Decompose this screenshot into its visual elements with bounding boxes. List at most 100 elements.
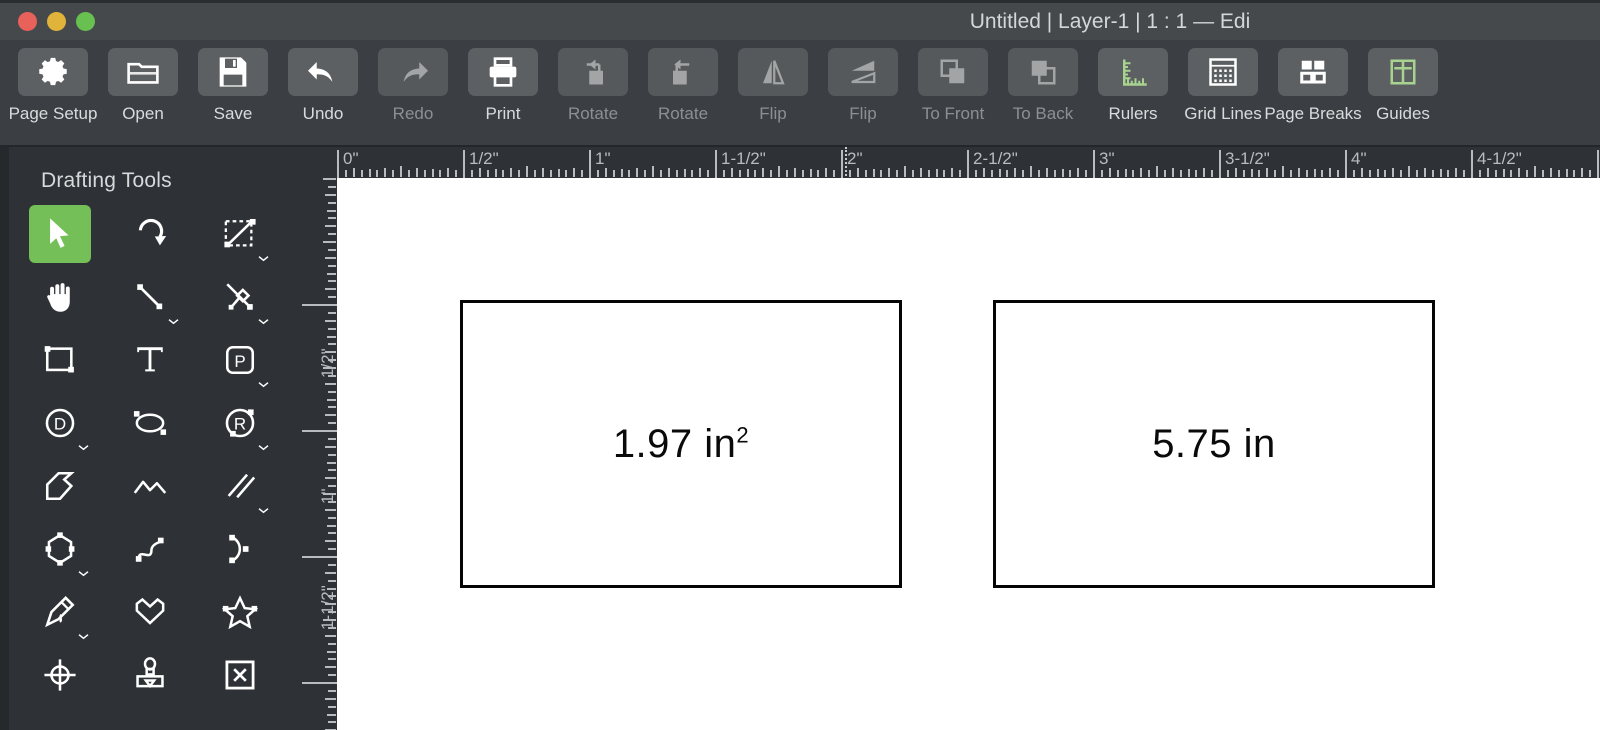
tool-hexagon[interactable]	[29, 520, 91, 578]
ruler-minor-tick	[328, 516, 336, 519]
toolbar-button-guides[interactable]: Guides	[1358, 40, 1448, 140]
tool-ellipse[interactable]	[119, 394, 181, 452]
ruler-minor-tick	[400, 166, 402, 177]
ruler-minor-tick	[1187, 169, 1190, 177]
canvas-rectangle-2[interactable]: 5.75 in	[993, 300, 1435, 588]
tool-freehand[interactable]	[29, 583, 91, 641]
rotate-left-icon-chip	[558, 48, 628, 96]
toolbar-button-print[interactable]: Print	[458, 40, 548, 140]
chevron-down-icon[interactable]	[257, 506, 270, 515]
toolbar-button-label: Flip	[759, 104, 787, 123]
ruler-label: 2-1/2"	[973, 149, 1018, 168]
ruler-minor-tick	[636, 168, 639, 177]
tool-center-mark[interactable]	[29, 646, 91, 704]
ruler-minor-tick	[376, 170, 379, 177]
chevron-down-icon[interactable]	[167, 317, 180, 326]
grid-icon	[1209, 58, 1237, 86]
rotate-circular-arrow-icon	[138, 218, 167, 246]
tool-arc[interactable]	[209, 520, 271, 578]
ruler-minor-tick	[328, 626, 336, 629]
tool-parallel-lines[interactable]	[209, 457, 271, 515]
ruler-minor-tick	[911, 170, 914, 177]
toolbar-button-page-breaks[interactable]: Page Breaks	[1264, 40, 1362, 140]
tool-polyline[interactable]	[119, 457, 181, 515]
tool-scale[interactable]	[209, 205, 271, 263]
ruler-minor-tick	[1337, 170, 1340, 177]
ruler-minor-tick	[325, 540, 336, 543]
tool-angle[interactable]	[209, 268, 271, 326]
toolbar-button-rotate-right: Rotate	[638, 40, 728, 140]
ruler-minor-tick	[722, 170, 725, 177]
tool-heart[interactable]	[119, 583, 181, 641]
ruler-minor-tick	[478, 168, 481, 177]
tool-point[interactable]: P	[209, 331, 271, 389]
ruler-minor-tick	[770, 170, 773, 177]
ruler-minor-tick	[328, 611, 336, 614]
ruler-minor-tick	[1439, 169, 1442, 177]
tool-select-arrow[interactable]	[29, 205, 91, 263]
ruler-minor-tick	[1030, 166, 1032, 177]
ruler-minor-tick	[368, 169, 371, 177]
chevron-down-icon[interactable]	[257, 380, 270, 389]
tool-chevron-shape[interactable]	[29, 457, 91, 515]
ruler-major-tick	[302, 556, 337, 558]
tool-line[interactable]	[119, 268, 181, 326]
toolbar-button-grid-lines[interactable]: Grid Lines	[1178, 40, 1268, 140]
toolbar-button-save[interactable]: Save	[188, 40, 278, 140]
ruler-minor-tick	[325, 666, 336, 669]
ruler-minor-tick	[667, 168, 670, 177]
ruler-minor-tick	[959, 170, 962, 177]
ruler-minor-tick	[328, 233, 336, 236]
guides-icon-chip	[1368, 48, 1438, 96]
chevron-down-icon[interactable]	[257, 317, 270, 326]
ruler-minor-tick	[1203, 168, 1206, 177]
toolbar-button-rulers[interactable]: Rulers	[1088, 40, 1178, 140]
chevron-down-icon[interactable]	[77, 443, 90, 452]
ruler-minor-tick	[1297, 168, 1300, 177]
tool-stamp[interactable]	[119, 646, 181, 704]
vertical-ruler[interactable]: 1/2"1"1-1/2"2"	[296, 178, 337, 730]
canvas-rectangle-1[interactable]: 1.97 in2	[460, 300, 902, 588]
tool-diameter[interactable]: D	[29, 394, 91, 452]
window-title: Untitled | Layer-1 | 1 : 1 — Edi	[969, 10, 1251, 33]
ruler-minor-tick	[778, 166, 780, 177]
toolbar-button-undo[interactable]: Undo	[278, 40, 368, 140]
ruler-minor-tick	[327, 524, 336, 527]
horizontal-ruler[interactable]: 0"1/2"1"1-1/2"2"2-1/2"3"3-1/2"4"4-1/2"5	[296, 145, 1600, 178]
toolbar-button-page-setup[interactable]: Page Setup	[8, 40, 98, 140]
toolbar-button-rotate-left: Rotate	[548, 40, 638, 140]
chevron-down-icon[interactable]	[77, 569, 90, 578]
dimension-superscript: 2	[736, 422, 750, 448]
tool-radius[interactable]: R	[209, 394, 271, 452]
ruler-minor-tick	[1494, 170, 1497, 177]
tool-rectangle[interactable]	[29, 331, 91, 389]
toolbar-button-to-front: To Front	[908, 40, 998, 140]
ruler-label: 1-1/2"	[318, 585, 337, 630]
ruler-minor-tick	[328, 280, 336, 283]
tool-text[interactable]	[119, 331, 181, 389]
tool-spline[interactable]	[119, 520, 181, 578]
ruler-major-tick	[1219, 150, 1221, 178]
drawing-canvas[interactable]: 1.97 in2 5.75 in	[337, 178, 1600, 730]
ruler-major-tick	[841, 150, 843, 178]
toolbar-button-open[interactable]: Open	[98, 40, 188, 140]
ruler-minor-tick	[1163, 170, 1166, 177]
ruler-minor-tick	[510, 168, 513, 177]
tool-star[interactable]	[209, 583, 271, 641]
tool-delete[interactable]	[209, 646, 271, 704]
dimension-label-area: 1.97 in2	[613, 422, 749, 467]
chevron-down-icon[interactable]	[257, 254, 270, 263]
heart-icon	[135, 597, 165, 625]
ruler-guide-marker[interactable]	[845, 147, 847, 178]
ruler-minor-tick	[1565, 169, 1568, 177]
chevron-down-icon[interactable]	[257, 443, 270, 452]
tool-pan[interactable]	[29, 268, 91, 326]
chevron-down-icon[interactable]	[77, 632, 90, 641]
ruler-minor-tick	[1124, 169, 1127, 177]
toolbar-button-label: Page Setup	[8, 104, 98, 123]
ruler-minor-tick	[683, 169, 686, 177]
ruler-minor-tick	[1360, 168, 1363, 177]
tool-rotate[interactable]	[119, 205, 181, 263]
text-t-icon	[137, 347, 163, 372]
ruler-minor-tick	[352, 168, 355, 177]
